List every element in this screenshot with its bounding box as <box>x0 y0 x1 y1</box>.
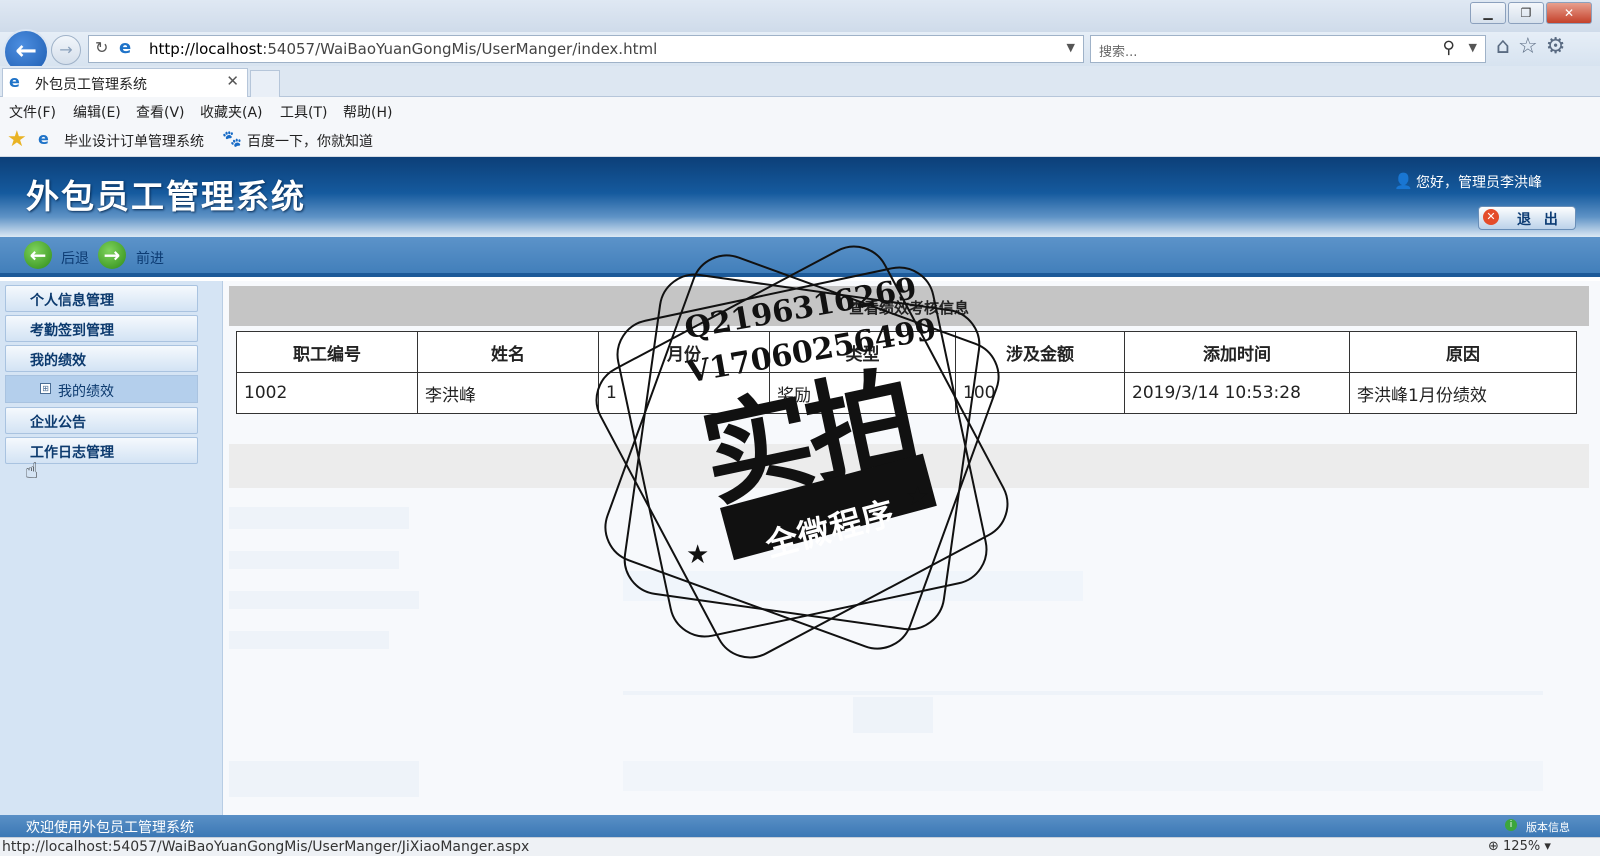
sidebar-item-attendance[interactable]: 考勤签到管理 <box>5 315 198 342</box>
user-icon: 👤 <box>1394 172 1413 190</box>
favorite-link-baidu[interactable]: 百度一下，你就知道 <box>247 131 373 151</box>
user-greeting: 您好，管理员李洪峰 <box>1416 175 1542 191</box>
watermark-star-icon: ★ <box>906 482 930 512</box>
menu-bar: 文件(F) 编辑(E) 查看(V) 收藏夹(A) 工具(T) 帮助(H) <box>0 97 1600 125</box>
menu-view[interactable]: 查看(V) <box>136 102 185 122</box>
favorites-bar: ★ e 毕业设计订单管理系统 🐾 百度一下，你就知道 <box>0 125 1600 157</box>
logout-x-icon: ✕ <box>1483 209 1499 225</box>
favorites-star-icon[interactable]: ☆ <box>1518 34 1538 59</box>
close-tab-icon[interactable]: ✕ <box>226 72 239 90</box>
menu-file[interactable]: 文件(F) <box>9 102 56 122</box>
address-bar[interactable]: ↻ e http://localhost:54057/WaiBaoYuanGon… <box>88 35 1084 63</box>
app-back-icon[interactable]: ← <box>24 241 52 269</box>
info-icon: i <box>1505 819 1517 831</box>
tab-active[interactable]: e 外包员工管理系统 ✕ <box>2 68 248 97</box>
col-reason: 原因 <box>1349 331 1577 373</box>
window-controls: ▁ ❐ ✕ <box>1470 2 1592 24</box>
sidebar-item-announcements[interactable]: 企业公告 <box>5 407 198 434</box>
ie-fav-icon: e <box>38 129 49 148</box>
browser-forward-button[interactable]: → <box>51 35 81 65</box>
app-title: 外包员工管理系统 <box>26 177 306 216</box>
menu-help[interactable]: 帮助(H) <box>343 102 392 122</box>
expand-box-icon: ⊞ <box>40 383 51 394</box>
sidebar-item-performance[interactable]: 我的绩效 <box>5 345 198 372</box>
browser-toolbar-icons: ⌂ ☆ ⚙ <box>1496 34 1565 59</box>
minimize-button[interactable]: ▁ <box>1470 2 1506 24</box>
col-employee-id: 职工编号 <box>236 331 418 373</box>
address-url: http://localhost:54057/WaiBaoYuanGongMis… <box>149 40 658 58</box>
cell-employee-id: 1002 <box>236 372 418 414</box>
zoom-level[interactable]: ⊕ 125% ▾ <box>1488 839 1551 854</box>
restore-button[interactable]: ❐ <box>1508 2 1544 24</box>
status-url: http://localhost:54057/WaiBaoYuanGongMis… <box>2 839 530 855</box>
tab-title: 外包员工管理系统 <box>35 77 147 93</box>
settings-gear-icon[interactable]: ⚙ <box>1546 34 1566 59</box>
col-added-time: 添加时间 <box>1124 331 1350 373</box>
ie-tab-icon: e <box>9 72 20 91</box>
home-icon[interactable]: ⌂ <box>1496 34 1510 59</box>
cell-reason: 李洪峰1月份绩效 <box>1349 372 1577 414</box>
hand-cursor-icon: ☝ <box>25 459 39 484</box>
window-title-bar <box>0 0 1600 32</box>
version-info-link[interactable]: 版本信息 <box>1526 819 1570 835</box>
menu-tools[interactable]: 工具(T) <box>280 102 327 122</box>
new-tab-button[interactable] <box>250 70 280 97</box>
footer-welcome: 欢迎使用外包员工管理系统 <box>26 820 194 836</box>
menu-edit[interactable]: 编辑(E) <box>73 102 121 122</box>
search-box[interactable]: 搜索... ⚲ ▼ <box>1090 35 1486 63</box>
search-icon[interactable]: ⚲ <box>1443 38 1455 58</box>
col-name: 姓名 <box>417 331 599 373</box>
logout-label: 退 出 <box>1517 212 1562 228</box>
app-forward-link[interactable]: 前进 <box>136 248 164 268</box>
browser-status-bar: http://localhost:54057/WaiBaoYuanGongMis… <box>0 837 1600 856</box>
sidebar: 个人信息管理 考勤签到管理 我的绩效 ⊞ 我的绩效 企业公告 工作日志管理 <box>0 281 223 815</box>
cell-name: 李洪峰 <box>417 372 599 414</box>
baidu-paw-icon: 🐾 <box>222 129 242 148</box>
cell-added-time: 2019/3/14 10:53:28 <box>1124 372 1350 414</box>
search-placeholder: 搜索... <box>1099 45 1138 60</box>
logout-button[interactable]: ✕ 退 出 <box>1478 206 1576 230</box>
sidebar-item-personal-info[interactable]: 个人信息管理 <box>5 285 198 312</box>
close-window-button[interactable]: ✕ <box>1546 2 1592 24</box>
favorites-add-icon[interactable]: ★ <box>7 127 27 152</box>
menu-favorites[interactable]: 收藏夹(A) <box>200 102 263 122</box>
ie-icon: e <box>119 37 132 58</box>
search-dropdown-icon[interactable]: ▼ <box>1469 41 1477 54</box>
app-forward-icon[interactable]: → <box>98 241 126 269</box>
address-dropdown-icon[interactable]: ▼ <box>1067 41 1075 54</box>
watermark-star-icon: ★ <box>686 540 710 570</box>
sidebar-subitem-my-performance[interactable]: ⊞ 我的绩效 <box>5 375 198 403</box>
refresh-icon[interactable]: ↻ <box>95 38 108 57</box>
favorite-link-order-system[interactable]: 毕业设计订单管理系统 <box>64 131 204 151</box>
app-footer: 欢迎使用外包员工管理系统 i 版本信息 <box>0 815 1600 837</box>
app-back-link[interactable]: 后退 <box>61 248 89 268</box>
